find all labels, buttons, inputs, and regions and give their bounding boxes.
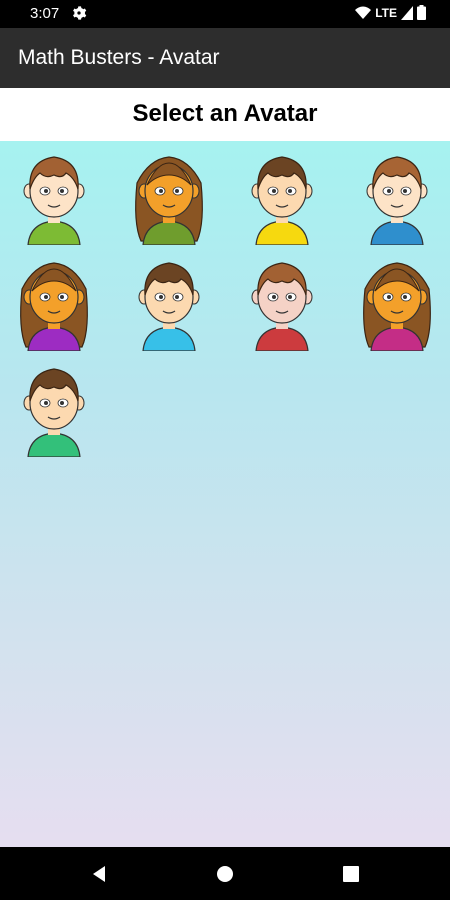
app-bar: Math Busters - Avatar	[0, 28, 450, 88]
navigation-bar	[0, 847, 450, 900]
avatar-8[interactable]	[347, 251, 447, 352]
avatar-2[interactable]	[119, 145, 219, 246]
avatar-4[interactable]	[347, 145, 447, 246]
home-icon[interactable]	[215, 864, 235, 884]
wifi-icon	[355, 6, 372, 19]
status-icons: LTE	[355, 5, 426, 20]
signal-icon	[401, 5, 413, 20]
battery-icon	[417, 5, 426, 20]
avatar-6[interactable]	[119, 251, 219, 352]
recents-icon[interactable]	[341, 864, 361, 884]
status-bar: 3:07 LTE	[0, 0, 450, 28]
settings-gear-icon	[73, 6, 87, 20]
avatar-3[interactable]	[232, 145, 332, 246]
avatar-grid	[0, 141, 450, 847]
network-type: LTE	[375, 5, 397, 20]
avatar-1[interactable]	[4, 145, 104, 246]
avatar-5[interactable]	[4, 251, 104, 352]
app-title: Math Busters - Avatar	[18, 46, 220, 69]
heading-bar: Select an Avatar	[0, 88, 450, 141]
page-heading: Select an Avatar	[132, 100, 318, 127]
avatar-7[interactable]	[232, 251, 332, 352]
status-time: 3:07	[30, 5, 60, 22]
avatar-9[interactable]	[4, 357, 104, 458]
back-icon[interactable]	[89, 864, 109, 884]
